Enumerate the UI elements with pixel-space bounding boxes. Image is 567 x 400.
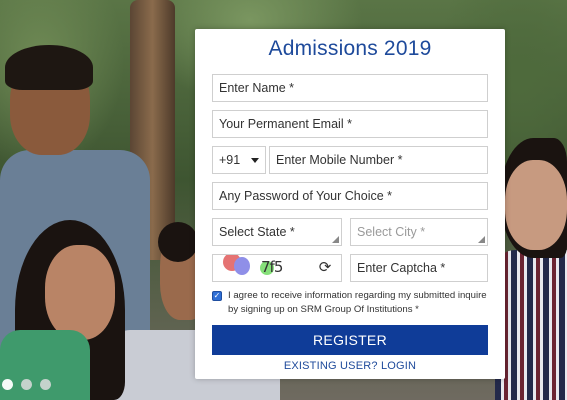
captcha-text: 7f5	[261, 258, 283, 276]
consent-row: ✓ I agree to receive information regardi…	[212, 289, 492, 317]
student-2-face	[45, 245, 115, 340]
consent-checkbox[interactable]: ✓	[212, 291, 222, 301]
form-title: Admissions 2019	[268, 37, 432, 60]
student-4-face	[505, 160, 567, 250]
captcha-image: 7f5 ⟳	[212, 254, 342, 282]
captcha-noise	[234, 257, 250, 275]
resize-corner-icon	[332, 236, 339, 243]
name-input[interactable]: Enter Name *	[212, 74, 488, 102]
register-button[interactable]: REGISTER	[212, 325, 488, 355]
email-input[interactable]: Your Permanent Email *	[212, 110, 488, 138]
refresh-icon[interactable]: ⟳	[317, 260, 333, 276]
country-code-select[interactable]: +91	[212, 146, 266, 174]
mobile-input[interactable]: Enter Mobile Number *	[269, 146, 488, 174]
carousel-dot[interactable]	[40, 379, 51, 390]
country-code-value: +91	[219, 153, 241, 167]
carousel-dot[interactable]	[21, 379, 32, 390]
admission-form: Admissions 2019 Enter Name * Your Perman…	[195, 29, 505, 379]
existing-user-login-link[interactable]: EXISTING USER? LOGIN	[195, 360, 505, 372]
carousel-dot[interactable]	[2, 379, 13, 390]
student-3-hair	[158, 222, 198, 262]
city-select-label: Select City *	[357, 225, 426, 239]
resize-corner-icon	[478, 236, 485, 243]
captcha-input[interactable]: Enter Captcha *	[350, 254, 488, 282]
carousel-dots	[2, 379, 51, 390]
password-input[interactable]: Any Password of Your Choice *	[212, 182, 488, 210]
state-select[interactable]: Select State *	[212, 218, 342, 246]
chevron-down-icon	[251, 158, 259, 163]
student-1-hair	[5, 45, 93, 90]
student-4-body	[495, 250, 567, 400]
state-select-label: Select State *	[219, 225, 295, 239]
city-select[interactable]: Select City *	[350, 218, 488, 246]
consent-label: I agree to receive information regarding…	[228, 290, 487, 315]
